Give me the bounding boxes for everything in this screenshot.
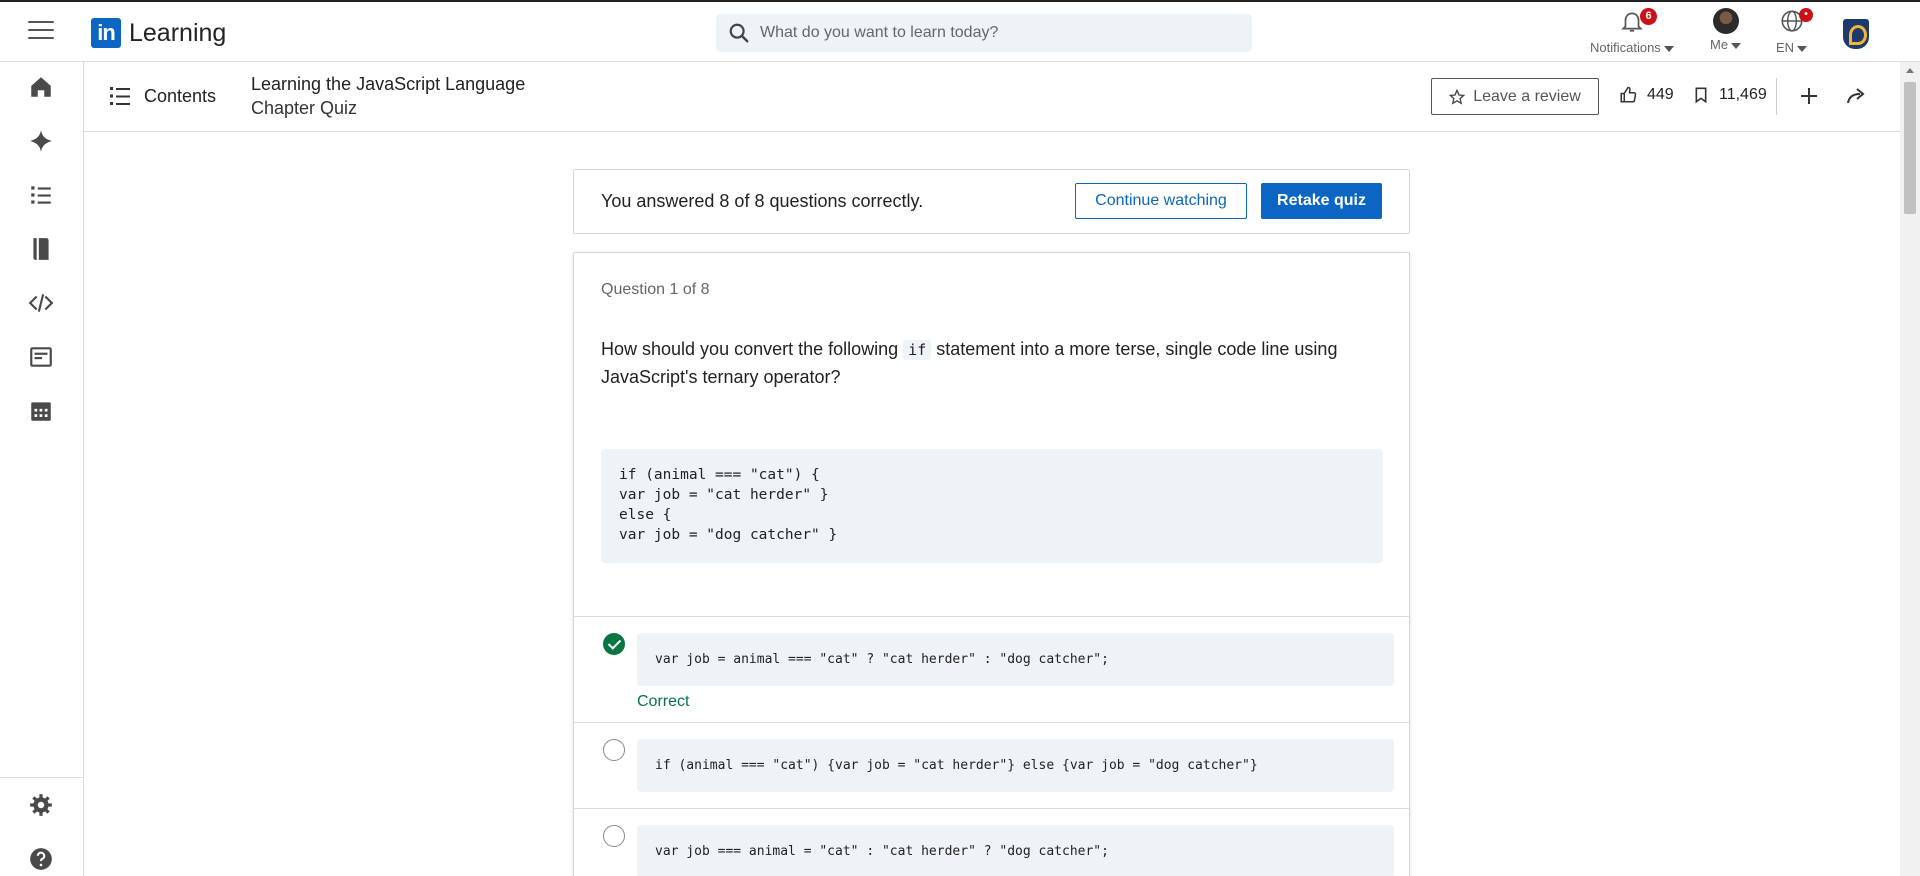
logo-text: Learning xyxy=(129,18,227,47)
search-input[interactable] xyxy=(760,24,1220,42)
contents-label: Contents xyxy=(144,85,217,106)
linkedin-logo-mark: in xyxy=(91,18,121,48)
answer-radio-selected[interactable] xyxy=(603,633,625,655)
page-scrollbar[interactable] xyxy=(1900,62,1920,876)
question-number: Question 1 of 8 xyxy=(601,281,710,298)
question-card: Question 1 of 8 How should you convert t… xyxy=(573,252,1410,876)
help-icon[interactable] xyxy=(28,846,54,872)
rail-divider xyxy=(0,777,84,778)
answer-option[interactable]: var job === animal = "cat" : "cat herder… xyxy=(574,808,1409,876)
nav-language[interactable]: • EN xyxy=(1776,8,1813,55)
like-button[interactable]: 449 xyxy=(1619,86,1674,104)
calendar-icon[interactable] xyxy=(28,398,54,424)
question-text-before: How should you convert the following xyxy=(601,339,904,359)
me-label: Me xyxy=(1710,37,1729,52)
search-icon xyxy=(729,23,749,43)
chevron-down-icon xyxy=(1663,45,1674,52)
header-divider xyxy=(1776,78,1777,115)
list-icon[interactable] xyxy=(28,182,54,208)
star-icon xyxy=(1449,88,1466,105)
correct-label: Correct xyxy=(637,693,690,710)
quiz-score-text: You answered 8 of 8 questions correctly. xyxy=(601,191,924,211)
linkedin-learning-logo[interactable]: in Learning xyxy=(91,18,226,48)
like-count: 449 xyxy=(1647,86,1674,103)
menu-icon[interactable] xyxy=(28,21,54,43)
language-label: EN xyxy=(1776,40,1795,55)
question-code-block: if (animal === "cat") { var job = "cat h… xyxy=(601,449,1383,563)
avatar xyxy=(1712,8,1739,34)
home-icon[interactable] xyxy=(28,74,54,100)
add-icon[interactable] xyxy=(1797,84,1821,108)
continue-watching-button[interactable]: Continue watching xyxy=(1075,183,1247,219)
organization-logo[interactable] xyxy=(1843,19,1869,49)
answer-option[interactable]: var job = animal === "cat" ? "cat herder… xyxy=(574,616,1409,722)
nav-me[interactable]: Me xyxy=(1710,8,1742,52)
scroll-up-arrow[interactable] xyxy=(1906,68,1914,73)
notifications-badge: 6 xyxy=(1640,8,1657,25)
chevron-down-icon xyxy=(1797,45,1808,52)
quiz-result-banner: You answered 8 of 8 questions correctly.… xyxy=(573,169,1410,234)
save-count: 11,469 xyxy=(1719,86,1767,103)
scroll-thumb[interactable] xyxy=(1904,82,1916,214)
thumbs-up-icon xyxy=(1620,86,1637,103)
retake-quiz-button[interactable]: Retake quiz xyxy=(1261,183,1382,219)
bookmark-icon xyxy=(1695,87,1707,104)
answer-option-code[interactable]: var job === animal = "cat" : "cat herder… xyxy=(637,825,1394,876)
gear-icon[interactable] xyxy=(28,792,54,818)
code-icon[interactable] xyxy=(28,290,54,316)
contents-list-icon xyxy=(110,87,130,105)
leave-review-button[interactable]: Leave a review xyxy=(1431,78,1599,115)
share-icon[interactable] xyxy=(1844,84,1868,108)
search-bar[interactable] xyxy=(716,14,1252,52)
answer-option[interactable]: if (animal === "cat") {var job = "cat he… xyxy=(574,722,1409,808)
contents-button[interactable]: Contents xyxy=(108,84,216,108)
book-icon[interactable] xyxy=(28,236,54,262)
notifications-label: Notifications xyxy=(1590,40,1661,55)
top-navbar: in Learning 6 Notifications Me • EN xyxy=(0,0,1920,62)
question-inline-code: if xyxy=(903,340,932,360)
leave-review-label: Leave a review xyxy=(1473,87,1581,105)
answer-option-code[interactable]: var job = animal === "cat" ? "cat herder… xyxy=(637,633,1394,686)
nav-notifications[interactable]: 6 Notifications xyxy=(1590,8,1674,55)
answer-radio[interactable] xyxy=(603,825,625,847)
question-text: How should you convert the following if … xyxy=(601,336,1381,391)
answer-option-code[interactable]: if (animal === "cat") {var job = "cat he… xyxy=(637,739,1394,792)
chevron-down-icon xyxy=(1731,42,1742,49)
language-badge: • xyxy=(1799,8,1813,22)
answer-radio[interactable] xyxy=(603,739,625,761)
course-header: Contents Learning the JavaScript Languag… xyxy=(84,62,1900,132)
sparkle-icon[interactable] xyxy=(28,128,54,154)
save-button[interactable]: 11,469 xyxy=(1693,86,1767,104)
left-rail xyxy=(0,62,84,876)
course-title[interactable]: Learning the JavaScript Language xyxy=(251,74,525,95)
course-subtitle: Chapter Quiz xyxy=(251,98,358,118)
certificate-icon[interactable] xyxy=(28,344,54,370)
